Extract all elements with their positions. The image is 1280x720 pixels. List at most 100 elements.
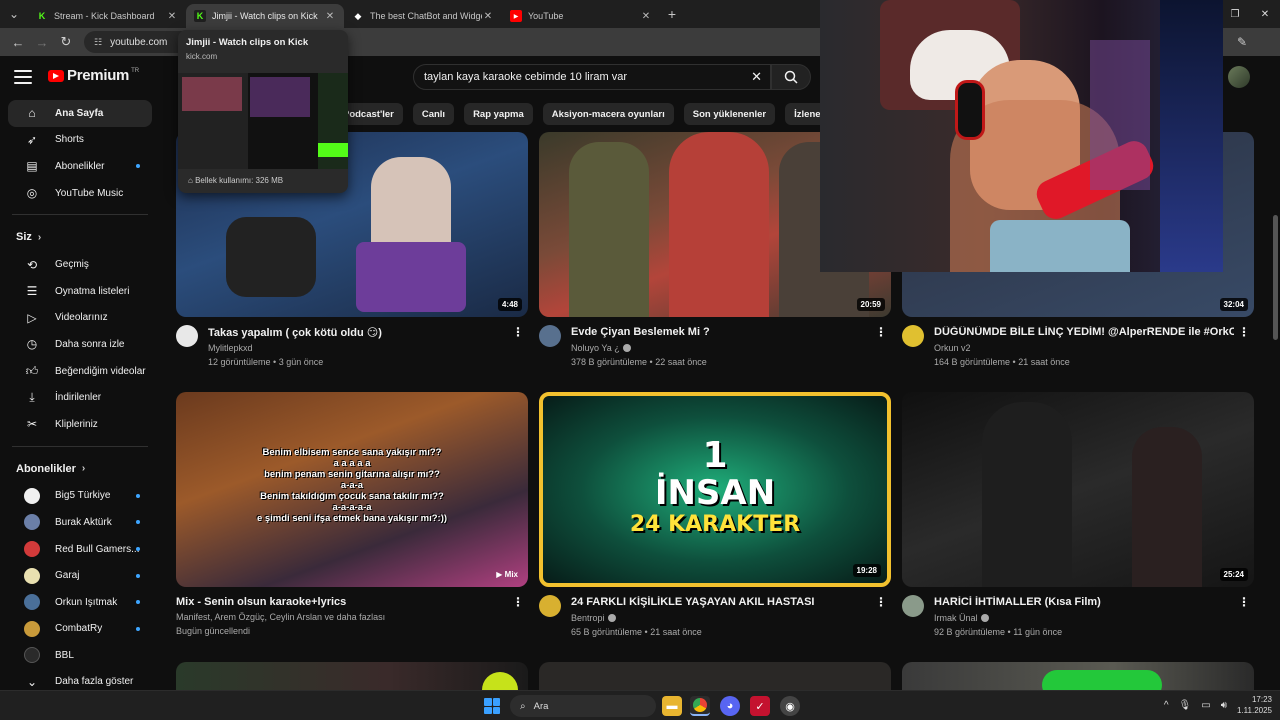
search-icon — [784, 70, 798, 84]
you-section-header[interactable]: Siz › — [0, 223, 160, 251]
channel-avatar — [24, 620, 40, 637]
windows-taskbar: ⌕ Ara ▬ ◕ ✓ ◉ ^ 🎙︎ ▭ 🔊︎ 17:23 1.11.2025 — [0, 690, 1280, 720]
mic-icon[interactable]: 🎙︎ — [1179, 700, 1192, 711]
sidebar-channel-item[interactable]: BBL — [8, 642, 152, 669]
reload-icon[interactable]: ↻ — [54, 30, 78, 54]
tab-search-icon[interactable]: ⌄ — [0, 0, 28, 28]
sidebar-channel-item[interactable]: Garaj — [8, 562, 152, 589]
tab-close-icon[interactable]: ✕ — [482, 11, 494, 22]
page-scrollbar[interactable] — [1273, 215, 1278, 340]
sidebar-item-watch-later[interactable]: ◷ Daha sonra izle — [8, 331, 152, 358]
browser-tab[interactable]: K Stream - Kick Dashboard ✕ — [28, 4, 186, 28]
video-thumbnail[interactable]: 1 İNSAN 24 KARAKTER 19:28 — [539, 392, 891, 587]
sidebar-item-subscriptions[interactable]: ▤ Abonelikler — [8, 153, 152, 180]
chrome-icon[interactable] — [690, 696, 710, 716]
verified-icon — [622, 344, 631, 352]
browser-tab[interactable]: ▶ YouTube ✕ — [502, 4, 660, 28]
divider — [12, 445, 148, 447]
clock[interactable]: 17:23 1.11.2025 — [1237, 694, 1272, 716]
sidebar-item-downloads[interactable]: ⤓ İndirilenler — [8, 384, 152, 411]
browser-tab[interactable]: ◆ The best ChatBot and Widgets ✕ — [344, 4, 502, 28]
chevron-up-icon[interactable]: ^ — [1164, 700, 1169, 711]
tab-close-icon[interactable]: ✕ — [324, 11, 336, 22]
search-icon: ⌕ — [520, 700, 526, 712]
channel-avatar[interactable] — [902, 595, 924, 617]
network-icon[interactable]: ▭ — [1201, 700, 1210, 711]
sidebar-item-music[interactable]: ◎ YouTube Music — [8, 180, 152, 207]
kick-favicon-icon: K — [194, 10, 206, 22]
account-avatar[interactable] — [1228, 66, 1250, 88]
restore-icon[interactable]: ❐ — [1220, 0, 1250, 28]
video-thumbnail[interactable] — [176, 662, 528, 690]
chevron-down-icon: ⌄ — [26, 674, 38, 689]
browser-tab-active[interactable]: K Jimjii - Watch clips on Kick ✕ — [186, 4, 344, 28]
channel-avatar[interactable] — [176, 325, 198, 347]
tab-close-icon[interactable]: ✕ — [166, 11, 178, 22]
search-button[interactable] — [771, 64, 811, 90]
kick-favicon-icon: K — [36, 10, 48, 22]
sidebar-item-clips[interactable]: ✂ Klipleriniz — [8, 411, 152, 438]
new-tab-button[interactable]: + — [660, 6, 684, 22]
channel-avatar[interactable] — [902, 325, 924, 347]
subscriptions-section-header[interactable]: Abonelikler › — [0, 455, 160, 483]
video-thumbnail[interactable] — [539, 662, 891, 690]
more-actions-icon[interactable]: ⋮ — [875, 325, 887, 339]
sidebar-channel-item[interactable]: Big5 Türkiye — [8, 483, 152, 510]
back-icon[interactable]: ← — [6, 30, 30, 54]
file-explorer-icon[interactable]: ▬ — [662, 696, 682, 716]
close-window-icon[interactable]: ✕ — [1250, 0, 1280, 28]
volume-icon[interactable]: 🔊︎ — [1221, 700, 1227, 711]
youtube-logo[interactable]: Premium TR — [48, 67, 139, 84]
search-input[interactable]: taylan kaya karaoke cebimde 10 liram var… — [413, 64, 771, 90]
sidebar: ⌂ Ana Sayfa ➶ Shorts ▤ Abonelikler ◎ You… — [0, 100, 160, 690]
sidebar-item-home[interactable]: ⌂ Ana Sayfa — [8, 100, 152, 127]
headset — [955, 80, 985, 140]
extensions-icon[interactable]: ✎ — [1232, 32, 1252, 52]
forward-icon[interactable]: → — [30, 30, 54, 54]
channel-avatar — [24, 567, 40, 584]
more-actions-icon[interactable]: ⋮ — [512, 595, 524, 609]
tab-close-icon[interactable]: ✕ — [640, 11, 652, 22]
sidebar-item-liked[interactable]: 👍︎ Beğendiğim videolar — [8, 358, 152, 385]
video-thumbnail[interactable] — [902, 662, 1254, 690]
video-card[interactable]: 25:24 HARİCİ İHTİMALLER (Kısa Film) Irma… — [902, 392, 1254, 647]
sidebar-channel-item[interactable]: Burak Aktürk — [8, 509, 152, 536]
more-actions-icon[interactable]: ⋮ — [875, 595, 887, 609]
menu-icon[interactable] — [14, 68, 32, 86]
new-content-dot — [136, 573, 140, 578]
windows-start-icon[interactable] — [484, 698, 500, 714]
more-actions-icon[interactable]: ⋮ — [512, 325, 524, 339]
taskbar-search[interactable]: ⌕ Ara — [510, 695, 656, 717]
chip[interactable]: Rap yapma — [464, 103, 533, 125]
home-icon: ⌂ — [28, 106, 36, 121]
channel-avatar — [24, 514, 40, 531]
app-icon[interactable]: ✓ — [750, 696, 770, 716]
sidebar-channel-item[interactable]: Red Bull Gamers... — [8, 536, 152, 563]
sidebar-item-your-videos[interactable]: ▷ Videolarınız — [8, 305, 152, 332]
more-actions-icon[interactable]: ⋮ — [1238, 325, 1250, 339]
thumbnail-title: 1 İNSAN 24 KARAKTER — [629, 435, 801, 537]
channel-avatar[interactable] — [539, 595, 561, 617]
youtube-favicon-icon: ▶ — [510, 10, 522, 22]
video-card[interactable]: Benim elbisem sence sana yakışır mı?? a … — [176, 392, 528, 647]
chip[interactable]: Son yüklenenler — [683, 103, 776, 125]
sidebar-item-shorts[interactable]: ➶ Shorts — [8, 127, 152, 154]
site-info-icon[interactable]: ☷ — [94, 37, 102, 48]
discord-icon[interactable]: ◕ — [720, 696, 740, 716]
sidebar-item-history[interactable]: ⟲ Geçmiş — [8, 251, 152, 278]
thumbnail-lyrics: Benim elbisem sence sana yakışır mı?? a … — [256, 447, 448, 524]
clear-search-icon[interactable]: ✕ — [751, 69, 762, 85]
channel-avatar[interactable] — [539, 325, 561, 347]
like-icon: 👍︎ — [25, 363, 39, 378]
video-card[interactable]: 1 İNSAN 24 KARAKTER 19:28 24 FARKLI KİŞİ… — [539, 392, 891, 647]
chip[interactable]: Aksiyon-macera oyunları — [542, 103, 674, 125]
sidebar-channel-item[interactable]: CombatRy — [8, 616, 152, 643]
video-thumbnail[interactable]: 25:24 — [902, 392, 1254, 587]
sidebar-channel-item[interactable]: Orkun Işıtmak — [8, 589, 152, 616]
watch-later-icon: ◷ — [26, 337, 38, 352]
more-actions-icon[interactable]: ⋮ — [1238, 595, 1250, 609]
sidebar-item-playlists[interactable]: ☰ Oynatma listeleri — [8, 278, 152, 305]
obs-icon[interactable]: ◉ — [780, 696, 800, 716]
chip[interactable]: Canlı — [412, 103, 455, 125]
video-thumbnail[interactable]: Benim elbisem sence sana yakışır mı?? a … — [176, 392, 528, 587]
